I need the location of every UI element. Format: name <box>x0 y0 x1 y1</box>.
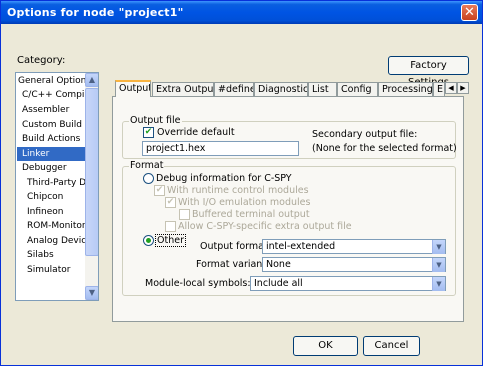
factory-settings-button[interactable]: Factory Settings <box>388 56 469 88</box>
tab-list[interactable]: List <box>308 82 337 97</box>
category-item-build-actions[interactable]: Build Actions <box>22 132 80 146</box>
module-local-select[interactable]: Include all ▼ <box>250 276 446 291</box>
category-item-general-options[interactable]: General Options <box>18 74 91 88</box>
scroll-down-button[interactable]: ▼ <box>85 286 98 300</box>
buffered-terminal-checkbox[interactable] <box>179 209 190 220</box>
tab-extra-output[interactable]: Extra Output <box>152 82 214 97</box>
allow-cspy-checkbox[interactable] <box>165 221 176 232</box>
other-format-radio[interactable] <box>143 235 154 246</box>
format-variant-select[interactable]: None ▼ <box>262 257 446 272</box>
override-default-checkbox[interactable]: ✔ <box>143 127 154 138</box>
runtime-control-checkbox[interactable]: ✔ <box>154 185 165 196</box>
category-item-custom-build[interactable]: Custom Build <box>22 118 82 132</box>
debug-info-label: Debug information for C-SPY <box>156 173 292 184</box>
tab-processing[interactable]: Processing <box>378 82 433 97</box>
category-item-linker-label: Linker <box>22 149 50 159</box>
arrow-down-icon: ▼ <box>88 288 96 297</box>
ok-button[interactable]: OK <box>293 336 358 356</box>
arrow-right-icon: ▶ <box>460 84 466 92</box>
tab-config[interactable]: Config <box>337 82 378 97</box>
io-emulation-label: With I/O emulation modules <box>178 197 311 208</box>
output-format-select[interactable]: intel-extended ▼ <box>262 239 446 254</box>
options-dialog: Options for node "project1" ✕ Category: … <box>0 0 483 366</box>
category-list[interactable]: General Options C/C++ Compiler Assembler… <box>15 72 99 301</box>
runtime-control-label: With runtime control modules <box>167 185 309 196</box>
category-item-simulator[interactable]: Simulator <box>27 263 70 277</box>
chevron-down-icon: ▼ <box>432 277 445 291</box>
other-format-label: Other <box>155 234 186 247</box>
output-format-value: intel-extended <box>266 241 336 252</box>
close-button[interactable]: ✕ <box>461 4 478 21</box>
scroll-thumb[interactable] <box>85 88 98 256</box>
buffered-terminal-label: Buffered terminal output <box>192 209 310 220</box>
close-icon: ✕ <box>464 5 475 20</box>
chevron-down-icon: ▼ <box>432 258 445 272</box>
output-file-group-title: Output file <box>129 115 182 126</box>
check-icon: ✔ <box>166 197 175 207</box>
format-variant-label: Format variant: <box>196 259 270 270</box>
format-variant-value: None <box>266 259 291 270</box>
tab-output[interactable]: Output <box>115 80 151 97</box>
category-item-assembler[interactable]: Assembler <box>22 103 69 117</box>
tab-scroll-left-button[interactable]: ◀ <box>445 82 457 94</box>
title-bar[interactable]: Options for node "project1" ✕ <box>1 1 482 24</box>
scroll-up-button[interactable]: ▲ <box>85 73 98 87</box>
output-filename-input[interactable]: project1.hex <box>142 141 299 156</box>
category-item-rom-monitor[interactable]: ROM-Monitor <box>27 219 86 233</box>
window-title: Options for node "project1" <box>7 6 184 19</box>
tab-define[interactable]: #define <box>214 82 254 97</box>
module-local-label: Module-local symbols: <box>145 278 251 289</box>
tab-extra[interactable]: E <box>433 82 445 97</box>
output-format-label: Output format: <box>200 241 271 252</box>
format-group-title: Format <box>129 160 165 171</box>
tab-diagnostics[interactable]: Diagnostics <box>254 82 308 97</box>
category-scrollbar[interactable]: ▲ ▼ <box>85 73 98 300</box>
check-icon: ✔ <box>155 185 164 195</box>
secondary-output-value: (None for the selected format) <box>312 143 457 154</box>
io-emulation-checkbox[interactable]: ✔ <box>165 197 176 208</box>
category-label: Category: <box>17 55 66 66</box>
cancel-button[interactable]: Cancel <box>363 336 420 356</box>
check-icon: ✔ <box>144 127 153 137</box>
chevron-down-icon: ▼ <box>432 240 445 254</box>
category-item-debugger[interactable]: Debugger <box>22 161 67 175</box>
allow-cspy-label: Allow C-SPY-specific extra output file <box>178 221 352 232</box>
override-default-label: Override default <box>157 127 235 138</box>
category-item-silabs[interactable]: Silabs <box>27 248 54 262</box>
arrow-up-icon: ▲ <box>88 75 96 84</box>
secondary-output-label: Secondary output file: <box>312 129 418 140</box>
tab-scroll-right-button[interactable]: ▶ <box>457 82 469 94</box>
category-item-linker[interactable]: Linker <box>17 147 86 161</box>
category-item-infineon[interactable]: Infineon <box>27 205 63 219</box>
category-item-chipcon[interactable]: Chipcon <box>27 190 63 204</box>
module-local-value: Include all <box>254 278 303 289</box>
arrow-left-icon: ◀ <box>448 84 454 92</box>
debug-info-radio[interactable] <box>143 173 154 184</box>
